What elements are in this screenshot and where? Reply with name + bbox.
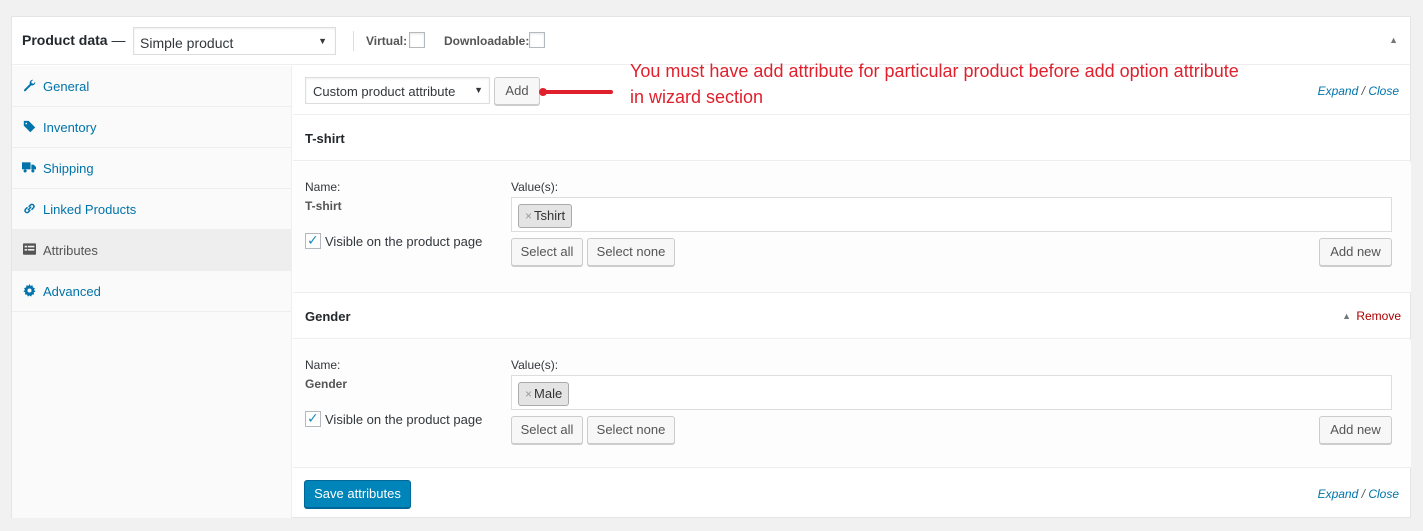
collapse-arrow-icon[interactable]: ▲ — [1389, 35, 1398, 45]
tab-general[interactable]: General — [12, 66, 291, 107]
header-divider — [353, 31, 354, 51]
virtual-checkbox[interactable] — [409, 32, 425, 48]
attribute-type-select[interactable]: Custom product attribute ▼ — [305, 77, 490, 104]
expand-close-links: Expand / Close — [1317, 84, 1399, 98]
add-attribute-button[interactable]: Add — [494, 77, 540, 105]
tab-shipping[interactable]: Shipping — [12, 148, 291, 189]
tab-label: Attributes — [43, 243, 98, 258]
attribute-name: Gender — [305, 377, 348, 391]
attribute-body-gender: Name: Gender ✓ Visible on the product pa… — [293, 340, 1411, 468]
attribute-heading: T-shirt — [305, 131, 345, 146]
checkmark-icon: ✓ — [307, 232, 319, 248]
link-icon — [21, 202, 37, 216]
downloadable-label: Downloadable: — [444, 34, 530, 48]
attribute-name: T-shirt — [305, 199, 342, 213]
list-icon — [21, 243, 37, 257]
close-link[interactable]: Close — [1368, 84, 1399, 98]
attributes-footer: Save attributes Expand / Close — [293, 468, 1411, 518]
tab-linked-products[interactable]: Linked Products — [12, 189, 291, 230]
expand-close-links: Expand / Close — [1317, 487, 1399, 501]
virtual-label: Virtual: — [366, 34, 408, 48]
value-chip[interactable]: × Male — [518, 382, 570, 406]
checkmark-icon: ✓ — [307, 410, 319, 426]
expand-link[interactable]: Expand — [1318, 84, 1359, 98]
chip-remove-icon[interactable]: × — [525, 209, 532, 223]
tab-label: Linked Products — [43, 202, 137, 217]
values-input[interactable]: × Male — [511, 375, 1392, 410]
select-all-button[interactable]: Select all — [511, 238, 583, 266]
annotation-note: You must have add attribute for particul… — [630, 61, 1239, 107]
values-label: Value(s): — [511, 180, 559, 194]
visible-checkbox[interactable]: ✓ — [305, 232, 321, 249]
collapse-arrow-icon[interactable]: ▲ — [1342, 311, 1351, 321]
attributes-toolbar: Custom product attribute ▼ Add You must … — [293, 61, 1411, 115]
product-type-select[interactable]: Simple product ▼ — [133, 27, 336, 55]
tab-label: Shipping — [43, 161, 94, 176]
expand-link[interactable]: Expand — [1318, 487, 1359, 501]
tag-icon — [21, 120, 37, 134]
select-none-button[interactable]: Select none — [587, 238, 675, 266]
name-label: Name: — [305, 358, 341, 372]
visible-label: Visible on the product page — [325, 412, 483, 427]
values-label: Value(s): — [511, 358, 559, 372]
wrench-icon — [21, 79, 37, 93]
select-none-button[interactable]: Select none — [587, 416, 675, 444]
attribute-body-tshirt: Name: T-shirt ✓ Visible on the product p… — [293, 162, 1411, 293]
dropdown-arrow-icon: ▼ — [318, 36, 327, 46]
values-input[interactable]: × Tshirt — [511, 197, 1392, 232]
visible-label: Visible on the product page — [325, 234, 483, 249]
attribute-heading-gender[interactable]: Gender ▲ Remove — [293, 293, 1411, 339]
add-new-button[interactable]: Add new — [1319, 416, 1392, 444]
annotation-arrow-line — [544, 90, 613, 94]
dropdown-arrow-icon: ▼ — [474, 85, 483, 95]
tab-label: Inventory — [43, 120, 97, 135]
remove-attribute-link[interactable]: Remove — [1356, 309, 1401, 323]
add-new-button[interactable]: Add new — [1319, 238, 1392, 266]
select-all-button[interactable]: Select all — [511, 416, 583, 444]
product-data-tabs: General Inventory Shipping Linked Produc… — [12, 66, 292, 518]
truck-icon — [21, 161, 37, 175]
product-data-title: Product data — — [22, 32, 126, 48]
tab-label: General — [43, 79, 90, 94]
downloadable-checkbox[interactable] — [529, 32, 545, 48]
gear-icon — [21, 284, 37, 298]
tab-attributes[interactable]: Attributes — [12, 230, 291, 271]
visible-checkbox[interactable]: ✓ — [305, 410, 321, 427]
attribute-heading: Gender — [305, 309, 351, 324]
value-chip[interactable]: × Tshirt — [518, 204, 573, 228]
attributes-panel: Custom product attribute ▼ Add You must … — [293, 61, 1411, 518]
tab-inventory[interactable]: Inventory — [12, 107, 291, 148]
close-link[interactable]: Close — [1368, 487, 1399, 501]
attribute-heading-tshirt[interactable]: T-shirt — [293, 115, 1411, 161]
tab-label: Advanced — [43, 284, 101, 299]
save-attributes-button[interactable]: Save attributes — [304, 480, 411, 508]
name-label: Name: — [305, 180, 341, 194]
chip-remove-icon[interactable]: × — [525, 387, 532, 401]
product-data-panel: Product data — Simple product ▼ Virtual:… — [11, 16, 1411, 518]
tab-advanced[interactable]: Advanced — [12, 271, 291, 312]
